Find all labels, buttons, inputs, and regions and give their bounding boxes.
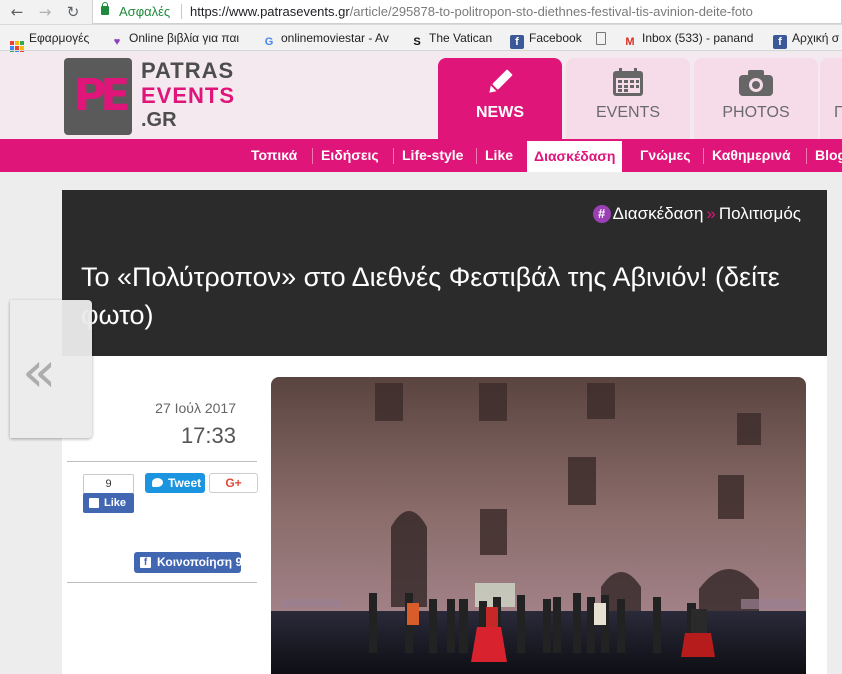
bookmark-vatican[interactable]: S The Vatican xyxy=(410,31,492,48)
calendar-icon xyxy=(613,68,643,96)
site-header: PE PATRAS EVENTS .GR NEWS EVENTS PHOTOS … xyxy=(0,52,842,140)
tab-label: PHOTOS xyxy=(722,104,790,121)
secure-label: Ασφαλές xyxy=(119,4,171,19)
like-label: Like xyxy=(104,497,127,509)
bookmark-facebook-home[interactable]: f Αρχική σ xyxy=(773,31,839,49)
category-like[interactable]: Like xyxy=(485,139,513,172)
share-label: Κοινοποίηση 9 xyxy=(157,555,243,569)
category-topika[interactable]: Τοπικά xyxy=(251,139,297,172)
bookmark-facebook[interactable]: f Facebook xyxy=(510,31,582,49)
forward-button[interactable]: → xyxy=(36,3,54,21)
divider xyxy=(67,582,257,583)
article-header: # Διασκέδαση» Πολιτισμός Το «Πολύτροπον» σ… xyxy=(62,190,827,356)
nav-separator xyxy=(393,148,394,164)
site-logo[interactable]: PE xyxy=(64,58,132,135)
category-life-style[interactable]: Life-style xyxy=(402,139,463,172)
nav-separator xyxy=(806,148,807,164)
breadcrumb-subsection[interactable]: Πολιτισμός xyxy=(719,204,801,223)
tab-label: EVENTS xyxy=(595,104,660,121)
camera-icon xyxy=(739,70,773,96)
previous-article-button[interactable]: « xyxy=(10,300,92,438)
hashtag-icon: # xyxy=(592,205,611,223)
nav-separator xyxy=(476,148,477,164)
reload-button[interactable]: ↻ xyxy=(64,3,82,21)
chevron-left-icon: « xyxy=(22,340,57,405)
browser-toolbar: ← → ↻ Ασφαλές https://www.patrasevents.g… xyxy=(0,0,842,25)
bookmark-inbox[interactable]: M Inbox (533) - panand xyxy=(623,31,753,48)
bookmark-blank[interactable] xyxy=(596,31,611,47)
google-icon: G xyxy=(264,36,274,48)
article-photo[interactable] xyxy=(271,377,806,674)
bookmarks-bar: Εφαρμογές ♥ Online βιβλία για παι Gonline… xyxy=(0,25,842,55)
category-eidiseis[interactable]: Ειδήσεις xyxy=(321,139,379,172)
tab-more-partial[interactable]: Γ xyxy=(820,58,842,140)
tab-label: NEWS xyxy=(476,104,524,121)
tab-events[interactable]: EVENTS xyxy=(566,58,690,140)
facebook-icon: f xyxy=(510,35,524,49)
facebook-share-button[interactable]: f Κοινοποίηση 9 xyxy=(134,552,243,573)
logo-text-gr[interactable]: .GR xyxy=(141,109,177,132)
twitter-bird-icon xyxy=(152,478,163,487)
gmail-icon: M xyxy=(625,36,635,48)
nav-separator xyxy=(703,148,704,164)
pencil-icon xyxy=(489,69,513,93)
breadcrumb-separator: » xyxy=(706,204,716,223)
logo-text-patras[interactable]: PATRAS xyxy=(141,58,234,84)
category-diaskedasi[interactable]: Διασκέδαση xyxy=(527,141,623,172)
bookmark-online-books[interactable]: ♥ Online βιβλία για παι xyxy=(110,31,239,48)
facebook-icon: f xyxy=(140,557,151,568)
tweet-label: Tweet xyxy=(168,476,202,490)
url-separator xyxy=(181,4,182,19)
breadcrumb: # Διασκέδαση» Πολιτισμός xyxy=(592,204,801,224)
s-logo-icon: S xyxy=(413,36,421,48)
blank-page-icon xyxy=(596,32,606,45)
facebook-icon: f xyxy=(773,35,787,49)
tab-label: Γ xyxy=(834,104,842,121)
divider xyxy=(67,461,257,462)
tab-photos[interactable]: PHOTOS xyxy=(694,58,818,140)
book-heart-icon: ♥ xyxy=(113,36,121,48)
url-text[interactable]: https://www.patrasevents.gr/article/2958… xyxy=(190,4,753,19)
bookmark-onlinemoviestar[interactable]: Gonlinemoviestar - Av xyxy=(262,31,389,48)
address-bar[interactable]: Ασφαλές https://www.patrasevents.gr/arti… xyxy=(92,0,842,24)
lock-icon xyxy=(101,2,109,15)
logo-mark: PE xyxy=(74,70,130,121)
category-nav: Τοπικά Ειδήσεις Life-style Like Διασκέδα… xyxy=(0,139,842,172)
google-plus-button[interactable]: G+ xyxy=(209,473,258,493)
article-title: Το «Πολύτροπον» στο Διεθνές Φεστιβάλ της… xyxy=(81,262,780,330)
facebook-like-button[interactable]: Like xyxy=(83,493,134,513)
nav-separator xyxy=(312,148,313,164)
category-kathimerina[interactable]: Καθημερινά xyxy=(712,139,791,172)
category-gnomes[interactable]: Γνώμες xyxy=(640,139,691,172)
tweet-button[interactable]: Tweet xyxy=(145,473,205,493)
tab-news[interactable]: NEWS xyxy=(438,58,562,140)
facebook-like-count: 9 xyxy=(83,474,134,494)
breadcrumb-section[interactable]: Διασκέδαση xyxy=(613,204,704,223)
logo-text-events[interactable]: EVENTS xyxy=(141,83,235,109)
photo-image xyxy=(271,377,806,674)
thumbs-up-icon xyxy=(89,498,99,508)
back-button[interactable]: ← xyxy=(8,3,26,21)
category-blog[interactable]: Blog xyxy=(815,139,842,172)
bookmark-apps[interactable]: Εφαρμογές xyxy=(10,31,89,55)
